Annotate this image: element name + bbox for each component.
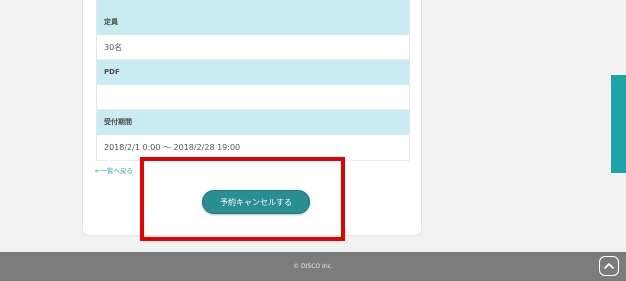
highlight-annotation: [140, 157, 345, 241]
page: 定員 30名 PDF 受付期間 2018/2/1 0:00 〜 2018/2/2…: [0, 0, 626, 281]
detail-table: 定員 30名 PDF 受付期間 2018/2/1 0:00 〜 2018/2/2…: [96, 0, 410, 161]
back-to-list-link[interactable]: ←一覧へ戻る: [95, 165, 133, 175]
capacity-label: 定員: [96, 0, 410, 35]
footer: © DISCO Inc.: [0, 252, 626, 281]
copyright-text: © DISCO Inc.: [293, 263, 333, 270]
reception-period-label: 受付期間: [96, 110, 410, 135]
pdf-label: PDF: [96, 60, 410, 85]
side-tab[interactable]: [611, 75, 626, 173]
pdf-value: [96, 85, 410, 110]
scroll-to-top-button[interactable]: [599, 256, 619, 276]
chevron-up-icon: [604, 263, 614, 269]
capacity-value: 30名: [96, 35, 410, 60]
